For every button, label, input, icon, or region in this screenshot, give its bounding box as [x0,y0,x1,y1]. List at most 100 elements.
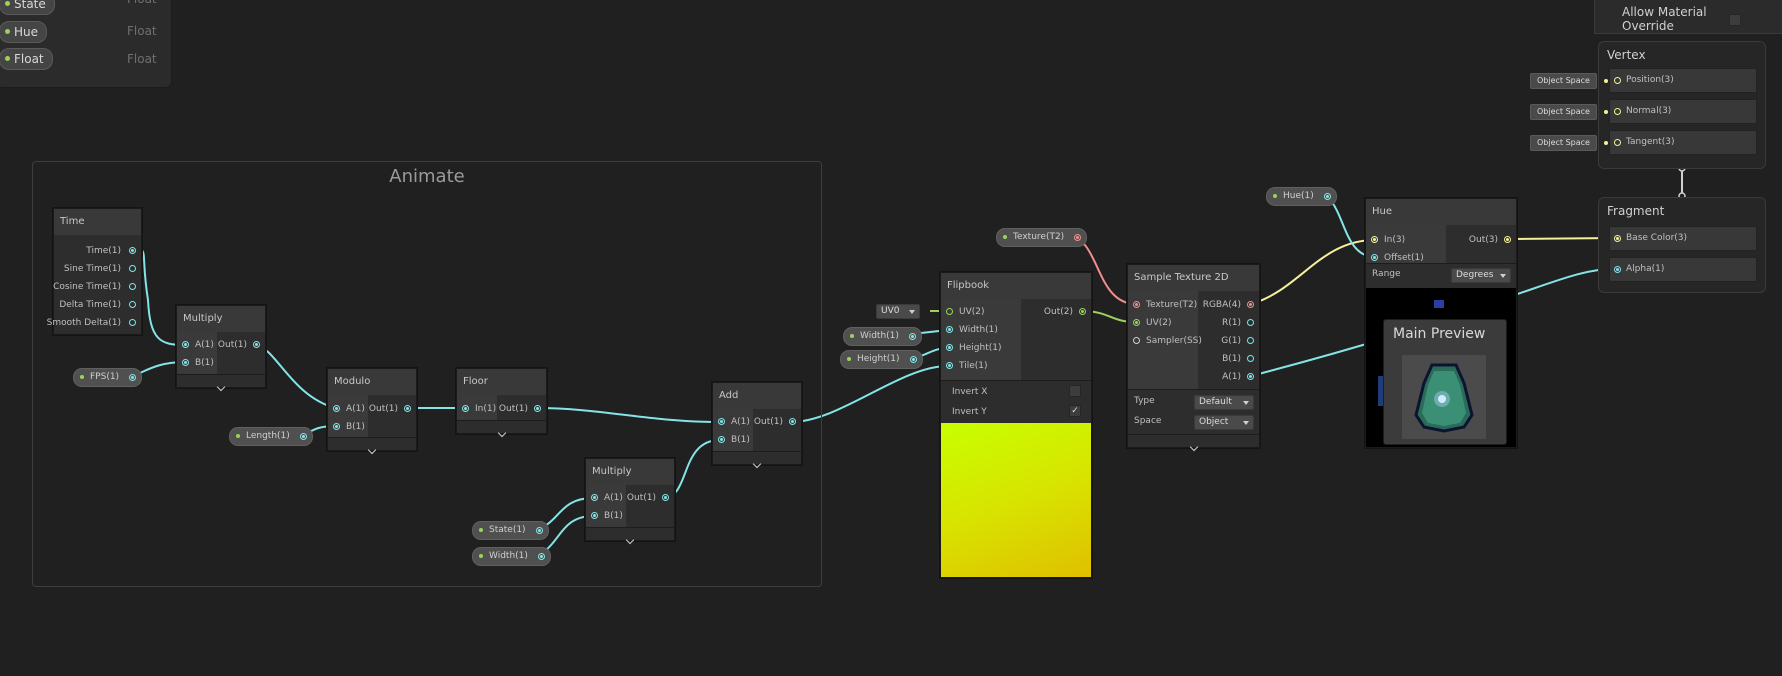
input-port[interactable] [1614,235,1621,242]
node-time[interactable]: Time Time(1) Sine Time(1) Cosine Time(1)… [47,208,142,335]
port-label: B(1) [346,422,365,432]
main-preview-viewport[interactable] [1402,355,1486,439]
port-label: Smooth Delta(1) [46,318,121,328]
expand-toggle[interactable] [328,437,416,455]
node-floor[interactable]: Floor In(1) Out(1) [456,368,547,438]
output-port[interactable] [537,553,545,560]
output-port[interactable] [1323,193,1331,200]
property-pill-hue[interactable]: Hue(1) [1266,187,1337,206]
input-port[interactable] [946,326,953,333]
input-port[interactable] [1371,254,1378,261]
node-add[interactable]: Add A(1) B(1) Out(1) [712,382,802,469]
output-port[interactable] [129,301,136,308]
output-port[interactable] [404,405,411,412]
output-port[interactable] [535,527,543,534]
block-normal[interactable]: Normal(3) [1609,99,1757,124]
input-port[interactable] [946,308,953,315]
main-preview-window[interactable]: Main Preview [1383,319,1507,445]
input-port[interactable] [1371,236,1378,243]
blackboard-property[interactable]: State [0,0,55,15]
output-port[interactable] [908,333,916,340]
output-port[interactable] [1247,355,1254,362]
type-dropdown[interactable]: Default [1194,395,1254,410]
output-port[interactable] [1079,308,1086,315]
expand-toggle[interactable] [177,374,265,392]
block-alpha[interactable]: Alpha(1) [1609,257,1757,282]
input-port[interactable] [1614,139,1621,146]
input-port[interactable] [1133,319,1140,326]
output-port[interactable] [1504,236,1511,243]
output-port[interactable] [662,494,669,501]
group-animate[interactable]: Animate [32,161,822,587]
input-port[interactable] [946,344,953,351]
blackboard-property[interactable]: Float [0,48,53,70]
input-port[interactable] [462,405,469,412]
output-port[interactable] [1247,319,1254,326]
input-port[interactable] [718,418,725,425]
output-port[interactable] [789,418,796,425]
object-space-badge[interactable]: Object Space [1530,104,1608,120]
node-title: Sample Texture 2D [1128,265,1259,291]
input-port[interactable] [946,362,953,369]
port-label: Width(1) [959,325,998,335]
output-port[interactable] [299,433,307,440]
output-port[interactable] [253,341,260,348]
output-port[interactable] [129,374,137,381]
invert-y-checkbox[interactable]: ✓ [1069,405,1081,417]
range-dropdown[interactable]: Degrees [1451,268,1511,283]
output-port[interactable] [1247,373,1254,380]
property-pill-length[interactable]: Length(1) [229,427,313,446]
object-space-badge[interactable]: Object Space [1530,73,1608,89]
type-value: Default [1199,397,1232,407]
block-position[interactable]: Position(3) [1609,68,1757,93]
expand-toggle[interactable] [457,420,546,438]
output-port[interactable] [129,247,136,254]
input-port[interactable] [591,494,598,501]
group-title[interactable]: Animate [33,166,821,187]
output-port[interactable] [1247,337,1254,344]
property-pill-height[interactable]: Height(1) [840,350,923,369]
output-port[interactable] [909,356,917,363]
property-pill-texture[interactable]: Texture(T2) [996,228,1088,247]
input-port[interactable] [1614,77,1621,84]
property-pill-width[interactable]: Width(1) [843,327,922,346]
space-dropdown[interactable]: Object [1194,415,1254,430]
property-pill-fps[interactable]: FPS(1) [73,368,143,387]
expand-toggle[interactable] [1128,434,1259,452]
input-port[interactable] [1614,266,1621,273]
input-port[interactable] [1133,301,1140,308]
input-port[interactable] [1133,337,1140,344]
property-pill-width[interactable]: Width(1) [472,547,551,566]
output-port[interactable] [534,405,541,412]
blackboard-property[interactable]: Hue [0,21,48,43]
node-multiply[interactable]: Multiply A(1) B(1) Out(1) [585,458,675,545]
output-port[interactable] [129,283,136,290]
input-port[interactable] [1614,108,1621,115]
port-label: B(1) [195,358,214,368]
input-port[interactable] [182,359,189,366]
object-space-badge[interactable]: Object Space [1530,135,1608,151]
allow-material-override-checkbox[interactable] [1729,14,1741,26]
input-port[interactable] [182,341,189,348]
input-port[interactable] [591,512,598,519]
property-pill-state[interactable]: State(1) [472,521,549,540]
node-modulo[interactable]: Modulo A(1) B(1) Out(1) [327,368,417,455]
node-sample-texture-2d[interactable]: Sample Texture 2D Texture(T2) UV(2) Samp… [1127,264,1260,452]
input-port[interactable] [333,423,340,430]
node-multiply[interactable]: Multiply A(1) B(1) Out(1) [176,305,266,392]
block-base-color[interactable]: Base Color(3) [1609,226,1757,251]
expand-toggle[interactable] [713,451,801,469]
input-port[interactable] [333,405,340,412]
expand-toggle[interactable] [586,527,674,545]
output-port[interactable] [1247,301,1254,308]
uv-channel-dropdown[interactable]: UV0 [876,304,920,319]
output-port[interactable] [129,265,136,272]
output-port[interactable] [129,319,136,326]
node-flipbook[interactable]: Flipbook UV(2) Width(1) Height(1) Tile(1… [940,272,1092,578]
output-port[interactable] [1074,234,1082,241]
master-stack-fragment[interactable]: Fragment Base Color(3) Alpha(1) [1598,197,1766,293]
invert-x-checkbox[interactable] [1069,385,1081,397]
block-tangent[interactable]: Tangent(3) [1609,130,1757,155]
input-port[interactable] [718,436,725,443]
master-stack-vertex[interactable]: Vertex Position(3) Normal(3) Tangent(3) [1598,41,1766,169]
